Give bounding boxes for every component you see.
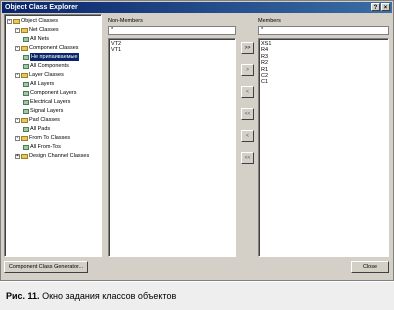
- help-button[interactable]: ?: [371, 3, 380, 11]
- class-icon: [23, 63, 29, 69]
- tree-item[interactable]: - Object Classes: [7, 17, 58, 25]
- tree-item-label: All Pads: [30, 126, 51, 132]
- tree-item-label: Object Classes: [21, 18, 58, 24]
- non-members-list[interactable]: VT2 VT1: [108, 38, 236, 257]
- remove-button[interactable]: <: [241, 86, 254, 98]
- tree-item-label: All Nets: [30, 36, 49, 42]
- close-icon[interactable]: ×: [381, 3, 390, 11]
- class-icon: [23, 99, 29, 105]
- add-button[interactable]: >: [241, 64, 254, 76]
- non-members-label: Non-Members: [108, 18, 143, 24]
- tree-item-label: Component Layers: [30, 90, 77, 96]
- folder-icon: [21, 117, 28, 123]
- tree-item-label: Component Classes: [29, 45, 79, 51]
- tree-item-label: Не припаиваемые: [30, 53, 79, 61]
- tree-item[interactable]: - Net Classes: [15, 26, 59, 34]
- tree-item-label: Electrical Layers: [30, 99, 71, 105]
- folder-icon: [21, 72, 28, 78]
- class-icon: [23, 126, 29, 132]
- tree-item[interactable]: All Components: [23, 62, 69, 70]
- remove-disabled-button[interactable]: <: [241, 130, 254, 142]
- remove-all-disabled-button[interactable]: <<: [241, 152, 254, 164]
- tree-item-label: All From-Tos: [30, 144, 61, 150]
- tree-item[interactable]: Не припаиваемые: [23, 53, 79, 61]
- tree-item-label: Design Channel Classes: [29, 153, 90, 159]
- tree-item-label: Pad Classes: [29, 117, 60, 123]
- members-filter-input[interactable]: *: [258, 26, 389, 35]
- class-icon: [23, 81, 29, 87]
- caption-text: Окно задания классов объектов: [42, 291, 177, 301]
- folder-icon: [21, 45, 28, 51]
- tree-item[interactable]: All Pads: [23, 125, 50, 133]
- tree-item[interactable]: Electrical Layers: [23, 98, 70, 106]
- class-icon: [23, 90, 29, 96]
- non-members-filter-input[interactable]: *: [108, 26, 236, 35]
- tree-item-label: Net Classes: [29, 27, 59, 33]
- tree-item-label: All Components: [30, 63, 69, 69]
- remove-all-button[interactable]: <<: [241, 108, 254, 120]
- class-icon: [23, 54, 29, 60]
- tree-item[interactable]: All Nets: [23, 35, 49, 43]
- expand-toggle-icon[interactable]: -: [15, 27, 20, 33]
- list-item[interactable]: VT1: [111, 47, 235, 53]
- figure-caption: Рис. 11. Окно задания классов объектов: [0, 282, 394, 310]
- tree-item[interactable]: - Component Classes: [15, 44, 79, 52]
- object-class-explorer-window: Object Class Explorer ? × - Object Classe…: [0, 0, 394, 281]
- tree-item-label: Layer Classes: [29, 72, 64, 78]
- expand-toggle-icon[interactable]: -: [15, 135, 20, 141]
- expand-toggle-icon[interactable]: +: [15, 153, 20, 159]
- list-item[interactable]: C1: [261, 79, 388, 85]
- folder-icon: [13, 18, 20, 24]
- class-icon: [23, 108, 29, 114]
- tree-item[interactable]: - Layer Classes: [15, 71, 64, 79]
- folder-icon: [21, 153, 28, 159]
- expand-toggle-icon[interactable]: -: [15, 117, 20, 123]
- expand-toggle-icon[interactable]: -: [15, 45, 20, 51]
- tree-item[interactable]: - From To Classes: [15, 134, 70, 142]
- component-class-generator-button[interactable]: Component Class Generator...: [4, 261, 88, 273]
- tree-item[interactable]: All Layers: [23, 80, 54, 88]
- tree-item[interactable]: Component Layers: [23, 89, 76, 97]
- tree-item[interactable]: - Pad Classes: [15, 116, 60, 124]
- expand-toggle-icon[interactable]: -: [7, 18, 12, 24]
- folder-icon: [21, 135, 28, 141]
- tree-item-label: Signal Layers: [30, 108, 64, 114]
- caption-prefix: Рис. 11.: [6, 291, 40, 301]
- object-classes-tree[interactable]: - Object Classes - Net Classes All Nets - Comp…: [4, 14, 102, 257]
- tree-item[interactable]: + Design Channel Classes: [15, 152, 89, 160]
- members-list[interactable]: XS1 R4 R3 R2 R1 C2 C1: [258, 38, 389, 257]
- class-icon: [23, 144, 29, 150]
- tree-item[interactable]: Signal Layers: [23, 107, 63, 115]
- tree-item[interactable]: All From-Tos: [23, 143, 61, 151]
- members-label: Members: [258, 18, 281, 24]
- title-bar: Object Class Explorer ? ×: [2, 2, 392, 13]
- tree-item-label: From To Classes: [29, 135, 71, 141]
- close-button[interactable]: Close: [351, 261, 389, 273]
- window-title: Object Class Explorer: [5, 4, 78, 11]
- tree-item-label: All Layers: [30, 81, 55, 87]
- expand-toggle-icon[interactable]: -: [15, 72, 20, 78]
- add-all-button[interactable]: >>: [241, 42, 254, 54]
- folder-icon: [21, 27, 28, 33]
- class-icon: [23, 36, 29, 42]
